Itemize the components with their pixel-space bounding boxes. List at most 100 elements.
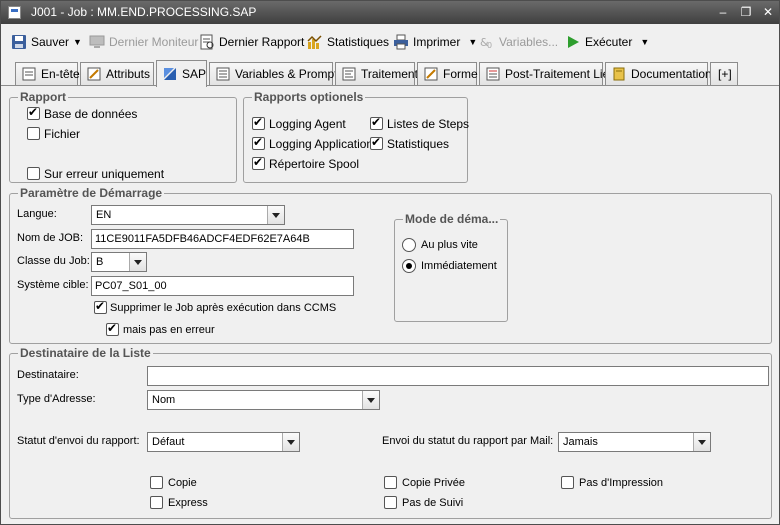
last-monitor-label: Dernier Moniteur	[109, 35, 199, 49]
recipient-input[interactable]	[147, 366, 769, 386]
execute-dropdown-icon[interactable]: ▼	[640, 37, 649, 47]
tab-processing[interactable]: Traitement	[335, 62, 418, 85]
immediate-label: Immédiatement	[421, 260, 497, 272]
last-report-label: Dernier Rapport	[219, 35, 305, 49]
job-class-label: Classe du Job:	[17, 255, 90, 267]
database-checkbox[interactable]	[27, 105, 40, 120]
save-button[interactable]: Sauver ▼	[11, 32, 82, 52]
tab-form[interactable]: Forme	[417, 62, 478, 85]
target-system-label: Système cible:	[17, 279, 89, 291]
statistics-icon	[307, 34, 323, 50]
restore-button[interactable]: ❐	[739, 5, 753, 19]
start-mode-group: Mode de déma... Au plus vite Immédiateme…	[394, 212, 508, 322]
mail-status-label: Envoi du statut du rapport par Mail:	[382, 435, 554, 447]
database-label: Base de données	[44, 107, 138, 121]
print-dropdown-icon[interactable]: ▼	[468, 37, 477, 47]
statistics-button[interactable]: Statistiques	[307, 32, 389, 52]
tab-add[interactable]: [+]	[710, 62, 738, 85]
start-params-title: Paramètre de Démarrage	[18, 186, 165, 200]
job-class-select[interactable]: B	[91, 252, 147, 272]
logging-application-label: Logging Application	[269, 137, 374, 151]
logging-application-checkbox[interactable]	[252, 135, 265, 150]
statistics-checkbox[interactable]	[370, 135, 383, 150]
form-icon	[424, 67, 438, 81]
tab-variables-prompts[interactable]: Variables & Prompts	[209, 62, 344, 85]
chevron-down-icon[interactable]	[362, 391, 379, 409]
save-dropdown-icon[interactable]: ▼	[73, 37, 82, 47]
start-mode-title: Mode de déma...	[403, 212, 501, 226]
save-label: Sauver	[31, 35, 70, 49]
header-icon	[22, 67, 36, 81]
tab-attributes[interactable]: Attributs	[80, 62, 154, 85]
target-system-input[interactable]: PC07_S01_00	[91, 276, 354, 296]
last-monitor-button[interactable]: Dernier Moniteur	[89, 32, 198, 52]
printer-icon	[393, 34, 409, 50]
tab-processing-label: Traitement	[361, 67, 418, 81]
file-checkbox[interactable]	[27, 127, 40, 140]
address-type-label: Type d'Adresse:	[17, 393, 96, 405]
tab-documentation[interactable]: Documentation	[605, 62, 712, 85]
delete-job-checkbox[interactable]	[94, 299, 107, 314]
private-copy-label: Copie Privée	[402, 477, 465, 489]
tab-sap[interactable]: SAP	[156, 60, 207, 87]
on-error-only-label: Sur erreur uniquement	[44, 167, 165, 181]
express-checkbox[interactable]	[150, 496, 163, 509]
report-status-select[interactable]: Défaut	[147, 432, 300, 452]
no-print-label: Pas d'Impression	[579, 477, 664, 489]
step-lists-checkbox[interactable]	[370, 115, 383, 130]
tab-post-processing[interactable]: Post-Traitement Lié	[479, 62, 609, 85]
documentation-icon	[612, 67, 626, 81]
step-lists-label: Listes de Steps	[387, 117, 470, 131]
recipient-group: Destinataire de la Liste Destinataire: T…	[9, 346, 772, 519]
chevron-down-icon[interactable]	[267, 206, 284, 224]
not-on-error-checkbox[interactable]	[106, 321, 119, 336]
immediate-radio[interactable]	[402, 259, 416, 273]
chevron-down-icon[interactable]	[282, 433, 299, 451]
play-icon	[565, 34, 581, 50]
job-name-input[interactable]: 11CE9011FA5DFB46ADCF4EDF62E7A64B	[91, 229, 354, 249]
rapport-title: Rapport	[18, 90, 68, 104]
chevron-down-icon[interactable]	[129, 253, 146, 271]
rapport-group: Rapport Base de données Fichier Sur erre…	[9, 90, 237, 183]
on-error-only-checkbox[interactable]	[27, 167, 40, 180]
processing-icon	[342, 67, 356, 81]
statistics-label: Statistiques	[387, 137, 450, 151]
start-params-group: Paramètre de Démarrage Langue: EN Nom de…	[9, 186, 772, 344]
tab-bar: En-tête Attributs SAP Variables & Prompt…	[1, 60, 779, 87]
report-status-label: Statut d'envoi du rapport:	[17, 435, 140, 447]
print-button[interactable]: Imprimer ▼	[393, 32, 477, 52]
logging-agent-checkbox[interactable]	[252, 115, 265, 130]
variables-icon: & 0	[479, 34, 495, 50]
tab-attributes-label: Attributs	[106, 67, 151, 81]
sap-tab-content: Rapport Base de données Fichier Sur erre…	[1, 87, 779, 524]
report-status-value: Défaut	[152, 436, 185, 448]
execute-button[interactable]: Exécuter ▼	[565, 32, 649, 52]
execute-label: Exécuter	[585, 35, 633, 49]
private-copy-checkbox[interactable]	[384, 476, 397, 489]
asap-radio[interactable]	[402, 238, 416, 252]
spool-directory-checkbox[interactable]	[252, 155, 265, 170]
svg-text:0: 0	[487, 41, 492, 50]
monitor-icon	[89, 34, 105, 50]
tab-header[interactable]: En-tête	[15, 62, 80, 85]
chevron-down-icon[interactable]	[693, 433, 710, 451]
job-window: J001 - Job : MM.END.PROCESSING.SAP – ❐ ✕…	[0, 0, 780, 525]
print-label: Imprimer	[413, 35, 461, 49]
delete-job-label: Supprimer le Job après exécution dans CC…	[110, 302, 337, 314]
variables-button[interactable]: & 0 Variables...	[479, 32, 558, 52]
no-tracking-checkbox[interactable]	[384, 496, 397, 509]
last-report-button[interactable]: Dernier Rapport	[199, 32, 304, 52]
copy-checkbox[interactable]	[150, 476, 163, 489]
language-select[interactable]: EN	[91, 205, 285, 225]
address-type-select[interactable]: Nom	[147, 390, 380, 410]
mail-status-select[interactable]: Jamais	[558, 432, 711, 452]
no-print-checkbox[interactable]	[561, 476, 574, 489]
optional-reports-title: Rapports optionels	[252, 90, 366, 104]
copy-label: Copie	[168, 477, 197, 489]
asap-label: Au plus vite	[421, 239, 478, 251]
post-processing-icon	[486, 67, 500, 81]
window-title: J001 - Job : MM.END.PROCESSING.SAP	[31, 5, 257, 19]
minimize-button[interactable]: –	[716, 5, 730, 19]
tab-post-processing-label: Post-Traitement Lié	[505, 67, 610, 81]
close-button[interactable]: ✕	[761, 5, 775, 19]
